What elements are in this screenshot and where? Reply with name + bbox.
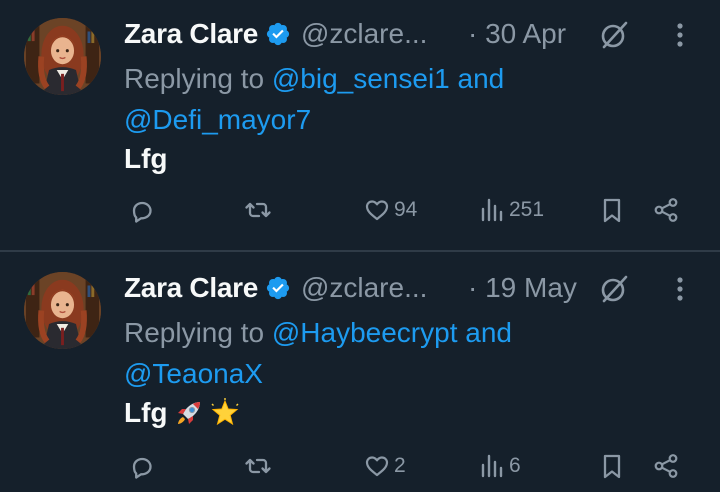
share-button[interactable] bbox=[652, 452, 680, 480]
tweet-header: Zara Clare @zclare... · 19 May bbox=[124, 270, 720, 306]
avatar-image bbox=[24, 18, 101, 95]
retweet-button[interactable] bbox=[244, 452, 272, 480]
rocket-emoji-icon bbox=[174, 398, 204, 428]
analytics-bars-icon bbox=[478, 196, 506, 224]
tweet-text: Lfg bbox=[124, 397, 240, 429]
heart-icon bbox=[363, 452, 391, 480]
analytics-bars-icon bbox=[478, 452, 506, 480]
avatar[interactable] bbox=[24, 18, 101, 95]
retweet-button[interactable] bbox=[244, 196, 272, 224]
tweet-actions: 94 251 bbox=[0, 196, 720, 236]
reply-button[interactable] bbox=[128, 196, 156, 224]
avatar-image bbox=[24, 272, 101, 349]
more-vertical-icon[interactable] bbox=[670, 274, 690, 304]
views-button[interactable]: 6 bbox=[478, 452, 521, 480]
glowing-star-emoji-icon bbox=[210, 398, 240, 428]
tweet[interactable]: Zara Clare @zclare... · 30 Apr Replying … bbox=[0, 0, 720, 250]
reply-mention-link[interactable]: @TeaonaX bbox=[124, 358, 263, 389]
edit-pencil-slash-icon bbox=[598, 273, 630, 305]
tweet[interactable]: Zara Clare @zclare... · 19 May Replying … bbox=[0, 252, 720, 486]
tweet-text: Lfg bbox=[124, 143, 168, 175]
tweet-date[interactable]: · 19 May bbox=[468, 272, 577, 304]
reply-bubble-icon bbox=[128, 196, 156, 224]
tweet-date[interactable]: · 30 Apr bbox=[468, 18, 566, 50]
retweet-icon bbox=[244, 196, 272, 224]
reply-mention-link[interactable]: @Haybeecrypt bbox=[272, 317, 458, 348]
tweet-actions: 2 6 bbox=[0, 452, 720, 492]
bookmark-icon bbox=[598, 452, 626, 480]
tweet-header: Zara Clare @zclare... · 30 Apr bbox=[124, 16, 720, 52]
share-icon bbox=[652, 452, 680, 480]
author-name[interactable]: Zara Clare bbox=[124, 18, 258, 50]
reply-bubble-icon bbox=[128, 452, 156, 480]
retweet-icon bbox=[244, 452, 272, 480]
heart-icon bbox=[363, 196, 391, 224]
like-button[interactable]: 94 bbox=[363, 196, 417, 224]
avatar[interactable] bbox=[24, 272, 101, 349]
bookmark-button[interactable] bbox=[598, 196, 626, 224]
replying-to-line: Replying to @Haybeecrypt and @TeaonaX bbox=[124, 312, 644, 394]
tweet-text-content: Lfg bbox=[124, 143, 168, 174]
like-count: 2 bbox=[394, 454, 406, 477]
share-button[interactable] bbox=[652, 196, 680, 224]
replying-prefix: Replying to bbox=[124, 63, 265, 94]
author-name[interactable]: Zara Clare bbox=[124, 272, 258, 304]
edit-pencil-slash-icon bbox=[598, 19, 630, 51]
views-count: 6 bbox=[509, 454, 521, 477]
reply-button[interactable] bbox=[128, 452, 156, 480]
verified-badge-icon bbox=[265, 275, 291, 301]
more-vertical-icon[interactable] bbox=[670, 20, 690, 50]
author-handle[interactable]: @zclare... bbox=[301, 18, 427, 50]
like-count: 94 bbox=[394, 198, 418, 221]
views-count: 251 bbox=[509, 198, 545, 221]
reply-and-text: and bbox=[465, 317, 512, 348]
replying-prefix: Replying to bbox=[124, 317, 265, 348]
tweet-text-content: Lfg bbox=[124, 397, 168, 428]
reply-and-text: and bbox=[457, 63, 505, 94]
bookmark-icon bbox=[598, 196, 626, 224]
like-button[interactable]: 2 bbox=[363, 452, 406, 480]
author-handle[interactable]: @zclare... bbox=[301, 272, 427, 304]
reply-mention-link[interactable]: @big_sensei1 bbox=[272, 63, 450, 94]
replying-to-line: Replying to @big_sensei1 and @Defi_mayor… bbox=[124, 58, 644, 140]
share-icon bbox=[652, 196, 680, 224]
views-button[interactable]: 251 bbox=[478, 196, 544, 224]
verified-badge-icon bbox=[265, 21, 291, 47]
bookmark-button[interactable] bbox=[598, 452, 626, 480]
reply-mention-link[interactable]: @Defi_mayor7 bbox=[124, 104, 311, 135]
